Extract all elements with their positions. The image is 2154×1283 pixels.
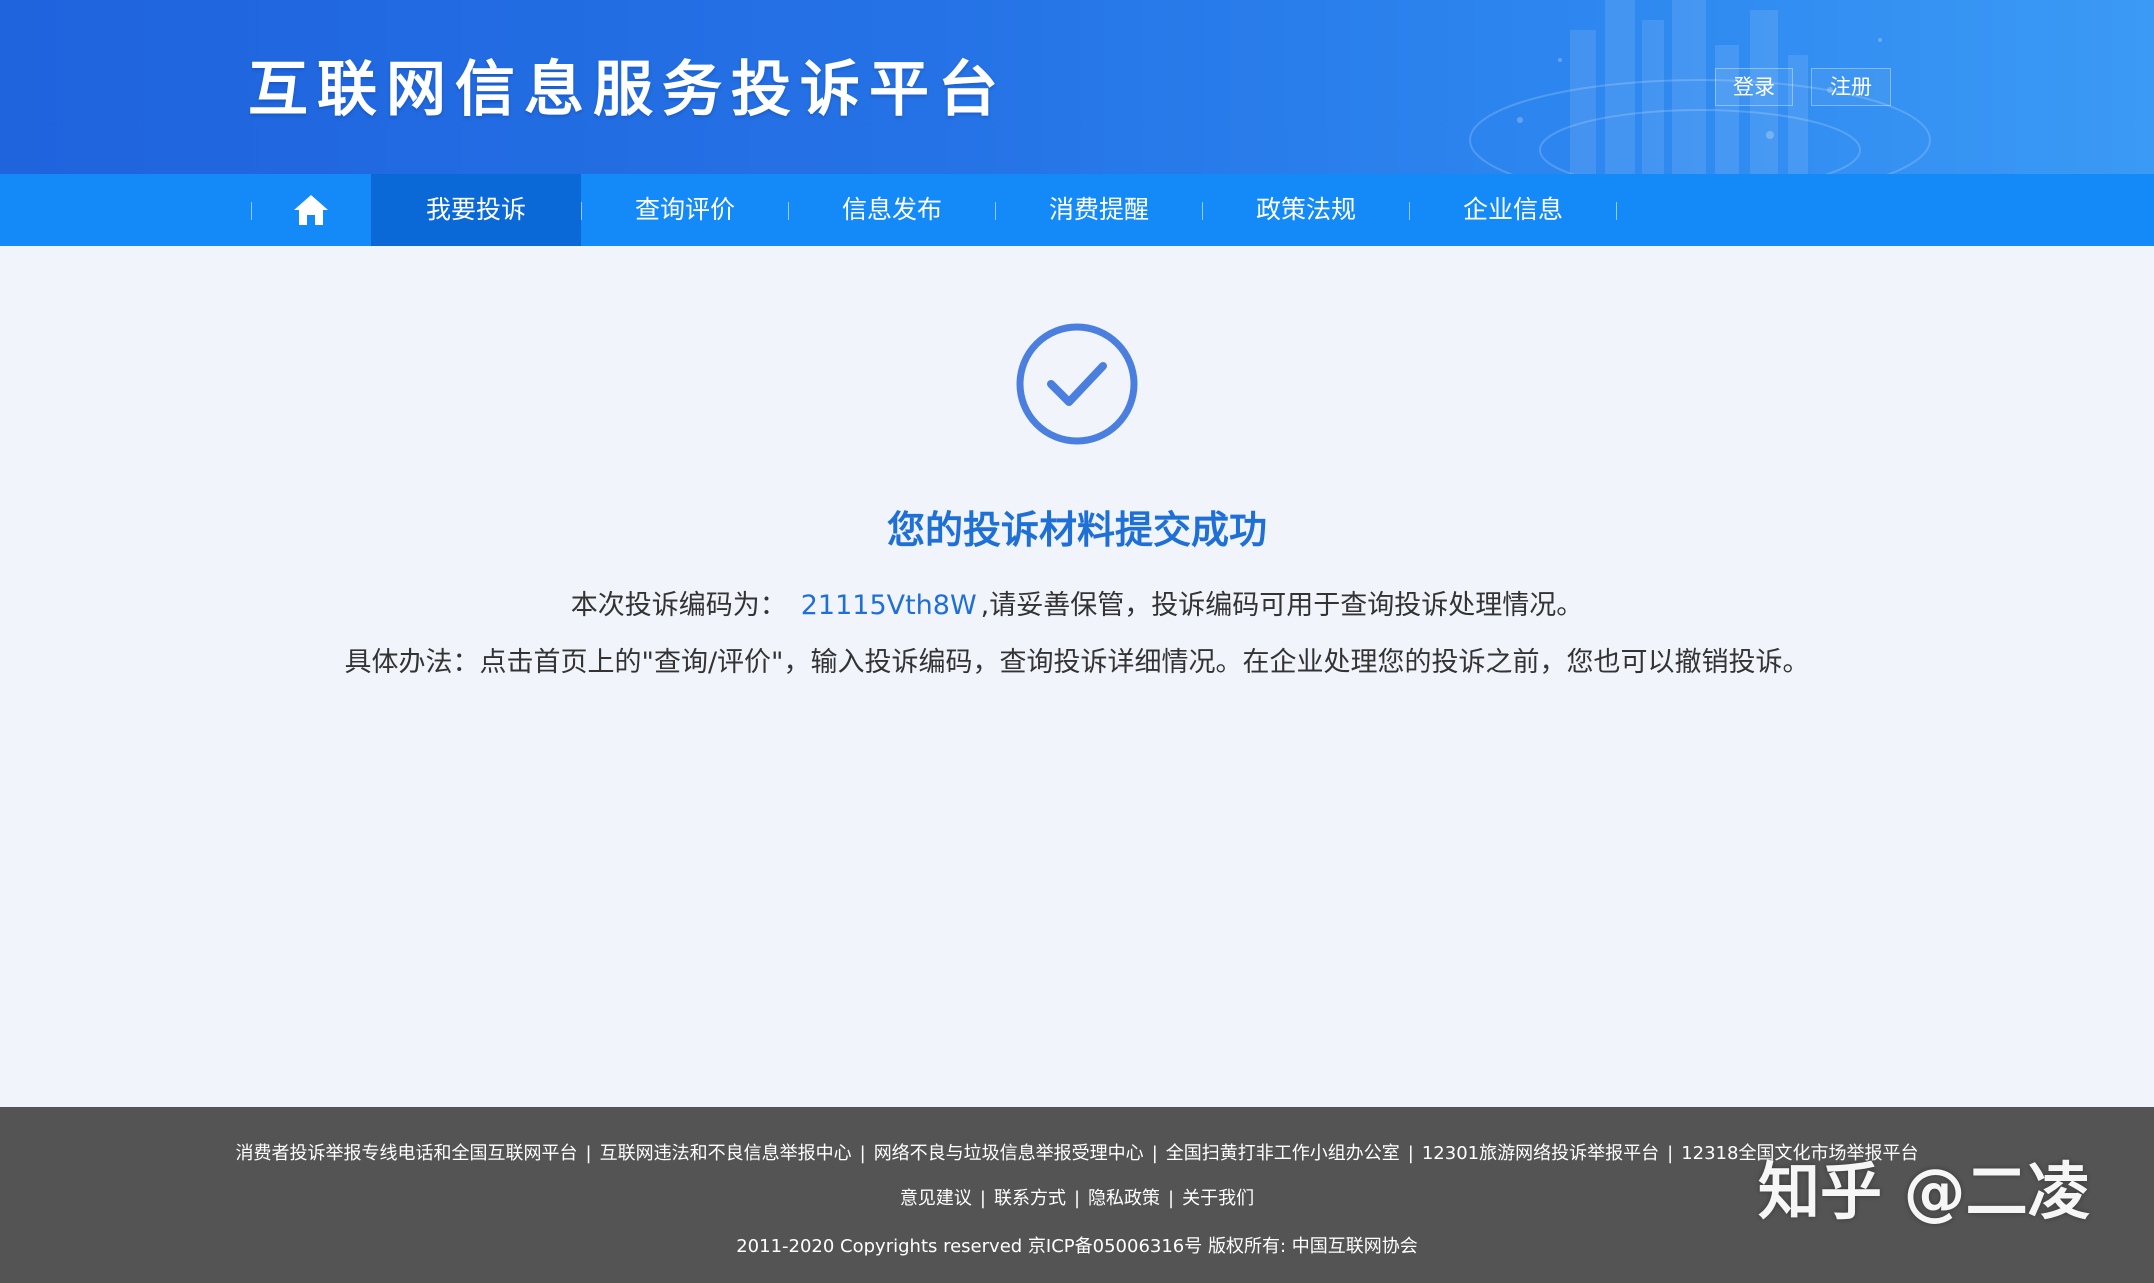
footer-link-about[interactable]: 关于我们 (1182, 1184, 1254, 1214)
footer-link[interactable]: 互联网违法和不良信息举报中心 (600, 1139, 852, 1169)
instructions-text: 具体办法：点击首页上的"查询/评价"，输入投诉编码，查询投诉详细情况。在企业处理… (344, 647, 1810, 678)
footer-link[interactable]: 全国扫黄打非工作小组办公室 (1166, 1139, 1400, 1169)
footer-link[interactable]: 网络不良与垃圾信息举报受理中心 (874, 1139, 1144, 1169)
footer-link[interactable]: 消费者投诉举报专线电话和全国互联网平台 (236, 1139, 578, 1169)
nav-item-policy[interactable]: 政策法规 (1203, 174, 1409, 246)
footer-separator: | (1667, 1143, 1674, 1164)
home-icon (294, 195, 328, 225)
footer-separator: | (1407, 1143, 1414, 1164)
login-button[interactable]: 登录 (1715, 68, 1793, 106)
site-header: 互联网信息服务投诉平台 登录 注册 (0, 0, 2154, 174)
code-suffix: ,请妥善保管，投诉编码可用于查询投诉处理情况。 (980, 590, 1584, 621)
check-circle-icon (1016, 323, 1138, 445)
nav-item-news[interactable]: 信息发布 (789, 174, 995, 246)
footer-separator: | (1073, 1188, 1081, 1209)
main-nav: 我要投诉 查询评价 信息发布 消费提醒 政策法规 企业信息 (0, 174, 2154, 246)
footer-separator: | (979, 1188, 986, 1209)
copyright: 2011-2020 Copyrights reserved 京ICP备05006… (736, 1236, 1418, 1257)
nav-item-consumer-alert[interactable]: 消费提醒 (996, 174, 1202, 246)
footer-link-privacy[interactable]: 隐私政策 (1088, 1184, 1160, 1214)
footer-link-feedback[interactable]: 意见建议 (900, 1184, 972, 1214)
nav-item-complaint[interactable]: 我要投诉 (371, 174, 581, 246)
register-button[interactable]: 注册 (1811, 68, 1891, 106)
success-status (1015, 322, 1139, 446)
complaint-code: 21115Vth8W (800, 590, 977, 621)
footer-link-contact[interactable]: 联系方式 (994, 1184, 1066, 1214)
watermark: 知乎 @二凌 (1758, 1155, 2090, 1228)
nav-item-enterprise[interactable]: 企业信息 (1410, 174, 1616, 246)
footer-separator: | (859, 1143, 866, 1164)
footer-separator: | (1168, 1188, 1175, 1209)
complaint-code-line: 本次投诉编码为： 21115Vth8W ,请妥善保管，投诉编码可用于查询投诉处理情况… (0, 584, 2154, 628)
footer-link[interactable]: 12301旅游网络投诉举报平台 (1422, 1139, 1659, 1169)
nav-home[interactable] (252, 174, 370, 246)
code-prefix: 本次投诉编码为： (570, 590, 787, 621)
success-title: 您的投诉材料提交成功 (886, 508, 1267, 552)
site-title: 互联网信息服务投诉平台 (248, 55, 1007, 125)
nav-item-query[interactable]: 查询评价 (582, 174, 788, 246)
footer-separator: | (585, 1143, 592, 1164)
nav-separator (1616, 202, 1617, 220)
footer-separator: | (1151, 1143, 1158, 1164)
